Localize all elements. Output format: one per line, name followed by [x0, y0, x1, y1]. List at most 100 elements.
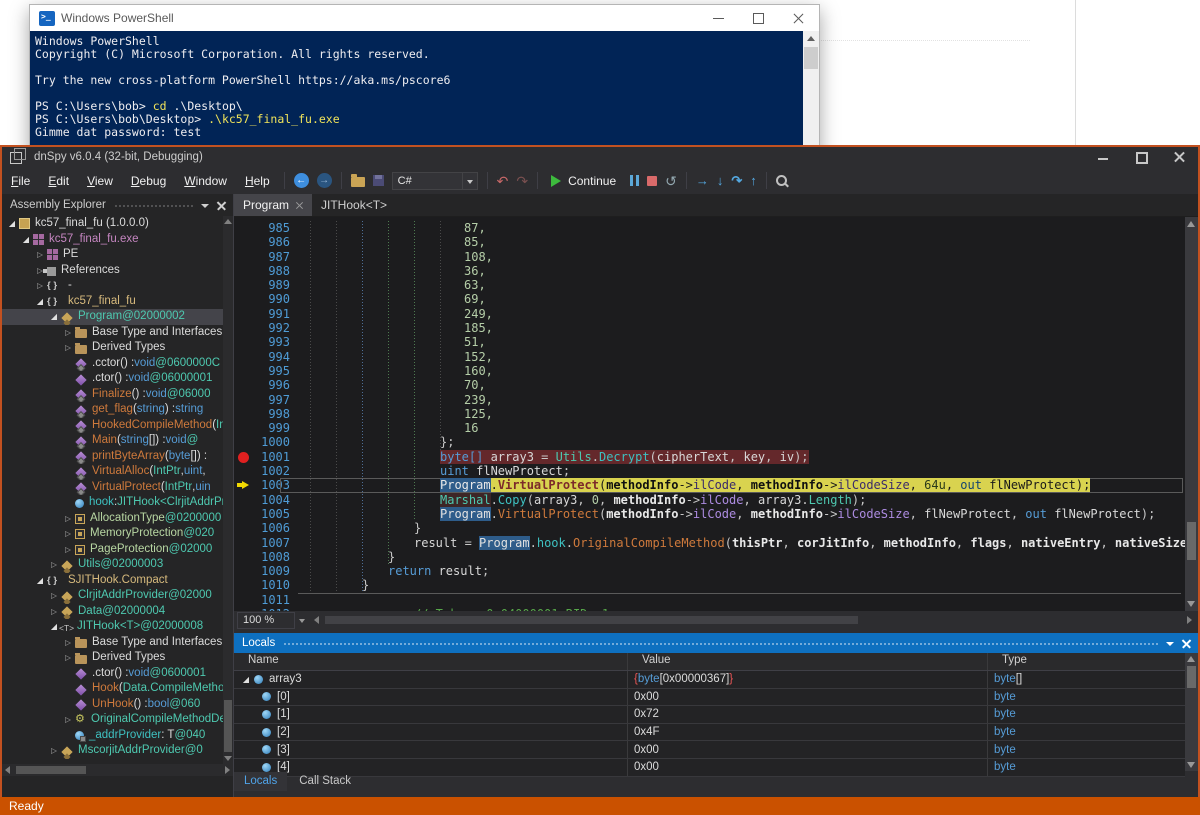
breakpoint-margin[interactable]	[234, 350, 254, 364]
tab-program[interactable]: Program	[234, 194, 312, 216]
tree-item[interactable]: UnHook() : bool @060	[2, 697, 233, 713]
variable-value[interactable]: {byte[0x00000367]}	[628, 671, 988, 688]
powershell-scrollbar[interactable]	[803, 31, 819, 155]
tree-horizontal-scrollbar[interactable]	[2, 764, 233, 776]
tree-item[interactable]: OriginalCompileMethodDel	[2, 712, 233, 728]
tree-item[interactable]: JITHook<T> @02000008	[2, 619, 233, 635]
zoom-level[interactable]: 100 %	[237, 612, 295, 629]
undo-icon[interactable]: ↶	[497, 174, 509, 188]
locals-row[interactable]: array3{byte[0x00000367]}byte[]	[234, 671, 1185, 689]
search-icon[interactable]	[776, 175, 787, 186]
tree-item[interactable]: MemoryProtection @020	[2, 526, 233, 542]
assembly-explorer-header[interactable]: Assembly Explorer	[2, 194, 233, 216]
code-line-995[interactable]: 995160,	[234, 364, 1185, 378]
tree-item[interactable]: PageProtection @02000	[2, 542, 233, 558]
breakpoint-margin[interactable]	[234, 550, 254, 564]
scrollbar-thumb[interactable]	[1187, 666, 1196, 688]
scroll-down-icon[interactable]	[1187, 762, 1195, 768]
dnspy-window[interactable]: dnSpy v6.0.4 (32-bit, Debugging) FileEdi…	[0, 145, 1200, 815]
scroll-right-icon[interactable]	[1187, 616, 1192, 624]
restart-icon[interactable]: ↺	[665, 174, 677, 188]
variable-value[interactable]: 0x72	[628, 706, 988, 723]
chevron-down-icon[interactable]	[1166, 642, 1174, 646]
minimize-button[interactable]	[699, 5, 739, 31]
scroll-left-icon[interactable]	[314, 616, 319, 624]
tree-item[interactable]: Data @02000004	[2, 604, 233, 620]
expander-open-icon[interactable]	[240, 673, 252, 685]
scrollbar-thumb[interactable]	[804, 47, 818, 69]
scrollbar-thumb[interactable]	[1187, 522, 1196, 560]
scroll-up-icon[interactable]	[807, 36, 815, 41]
breakpoint-margin[interactable]	[234, 321, 254, 335]
expander-closed-icon[interactable]	[62, 340, 74, 356]
breakpoint-margin[interactable]	[234, 564, 254, 578]
tree-item[interactable]: AllocationType @0200000	[2, 511, 233, 527]
chevron-down-icon[interactable]	[201, 204, 209, 208]
breakpoint-margin[interactable]	[234, 593, 254, 607]
expander-closed-icon[interactable]	[62, 712, 74, 728]
breakpoint-margin[interactable]	[234, 364, 254, 378]
locals-grid[interactable]: array3{byte[0x00000367]}byte[][0]0x00byt…	[234, 671, 1185, 777]
scroll-up-icon[interactable]	[224, 219, 232, 224]
tree-item[interactable]: printByteArray(byte[]) :	[2, 449, 233, 465]
tree-item[interactable]: -	[2, 278, 233, 294]
locals-panel-header[interactable]: Locals	[234, 633, 1198, 653]
breakpoint-margin[interactable]	[234, 421, 254, 435]
tree-item[interactable]: ClrjitAddrProvider @02000	[2, 588, 233, 604]
tree-item[interactable]: kc57_final_fu	[2, 294, 233, 310]
tree-item[interactable]: .ctor() : void @0600001	[2, 666, 233, 682]
tree-item[interactable]: Finalize() : void @06000	[2, 387, 233, 403]
code-line-1012[interactable]: 1012// Token: 0x04000001 RID: 1	[234, 607, 1185, 611]
locals-row[interactable]: [1]0x72byte	[234, 706, 1185, 724]
code-line-1006[interactable]: 1006}	[234, 521, 1185, 535]
scrollbar-thumb[interactable]	[16, 766, 86, 774]
tab-jithook-t-[interactable]: JITHook<T>	[312, 194, 396, 216]
stop-debugging-icon[interactable]	[647, 176, 657, 186]
step-over-icon[interactable]: ↷	[731, 174, 742, 187]
menu-window[interactable]: Window	[175, 171, 236, 191]
code-line-1007[interactable]: 1007result = Program.hook.OriginalCompil…	[234, 536, 1185, 550]
locals-row[interactable]: [2]0x4Fbyte	[234, 724, 1185, 742]
expander-open-icon[interactable]	[20, 232, 32, 248]
menu-view[interactable]: View	[78, 171, 122, 191]
expander-open-icon[interactable]	[48, 309, 60, 325]
tree-item[interactable]: SJITHook.Compact	[2, 573, 233, 589]
code-line-1008[interactable]: 1008}	[234, 550, 1185, 564]
breakpoint-margin[interactable]	[234, 478, 254, 492]
expander-open-icon[interactable]	[34, 573, 46, 589]
step-out-icon[interactable]: ↑	[750, 174, 757, 187]
scrollbar-thumb[interactable]	[325, 616, 858, 624]
expander-open-icon[interactable]	[34, 294, 46, 310]
step-into-icon[interactable]: ↓	[717, 174, 724, 187]
code-line-985[interactable]: 98587,	[234, 221, 1185, 235]
code-line-999[interactable]: 99916	[234, 421, 1185, 435]
powershell-console[interactable]: Windows PowerShellCopyright (C) Microsof…	[30, 31, 819, 155]
column-header-name[interactable]: Name	[234, 653, 628, 670]
scroll-down-icon[interactable]	[224, 756, 232, 761]
code-line-988[interactable]: 98836,	[234, 264, 1185, 278]
navigate-forward-icon[interactable]: →	[317, 173, 332, 188]
expander-closed-icon[interactable]	[62, 325, 74, 341]
column-header-type[interactable]: Type	[988, 653, 1185, 670]
breakpoint-icon[interactable]	[238, 452, 249, 463]
scroll-down-icon[interactable]	[1187, 601, 1195, 607]
save-all-icon[interactable]	[373, 175, 384, 186]
breakpoint-margin[interactable]	[234, 292, 254, 306]
zoom-dropdown-icon[interactable]	[295, 611, 310, 630]
code-line-992[interactable]: 992185,	[234, 321, 1185, 335]
expander-closed-icon[interactable]	[34, 278, 46, 294]
close-icon[interactable]	[296, 202, 303, 209]
editor-vertical-scrollbar[interactable]	[1185, 217, 1198, 611]
scroll-up-icon[interactable]	[1187, 656, 1195, 662]
variable-value[interactable]: 0x00	[628, 741, 988, 758]
column-header-value[interactable]: Value	[628, 653, 988, 670]
editor-horizontal-scrollbar[interactable]	[323, 615, 1183, 625]
tree-item[interactable]: .cctor() : void @0600000C	[2, 356, 233, 372]
tree-item[interactable]: get_flag(string) : string	[2, 402, 233, 418]
expander-open-icon[interactable]	[6, 216, 18, 232]
breakpoint-margin[interactable]	[234, 264, 254, 278]
locals-row[interactable]: [3]0x00byte	[234, 741, 1185, 759]
breakpoint-margin[interactable]	[234, 435, 254, 449]
tree-item[interactable]: PE	[2, 247, 233, 263]
menu-file[interactable]: File	[2, 171, 39, 191]
